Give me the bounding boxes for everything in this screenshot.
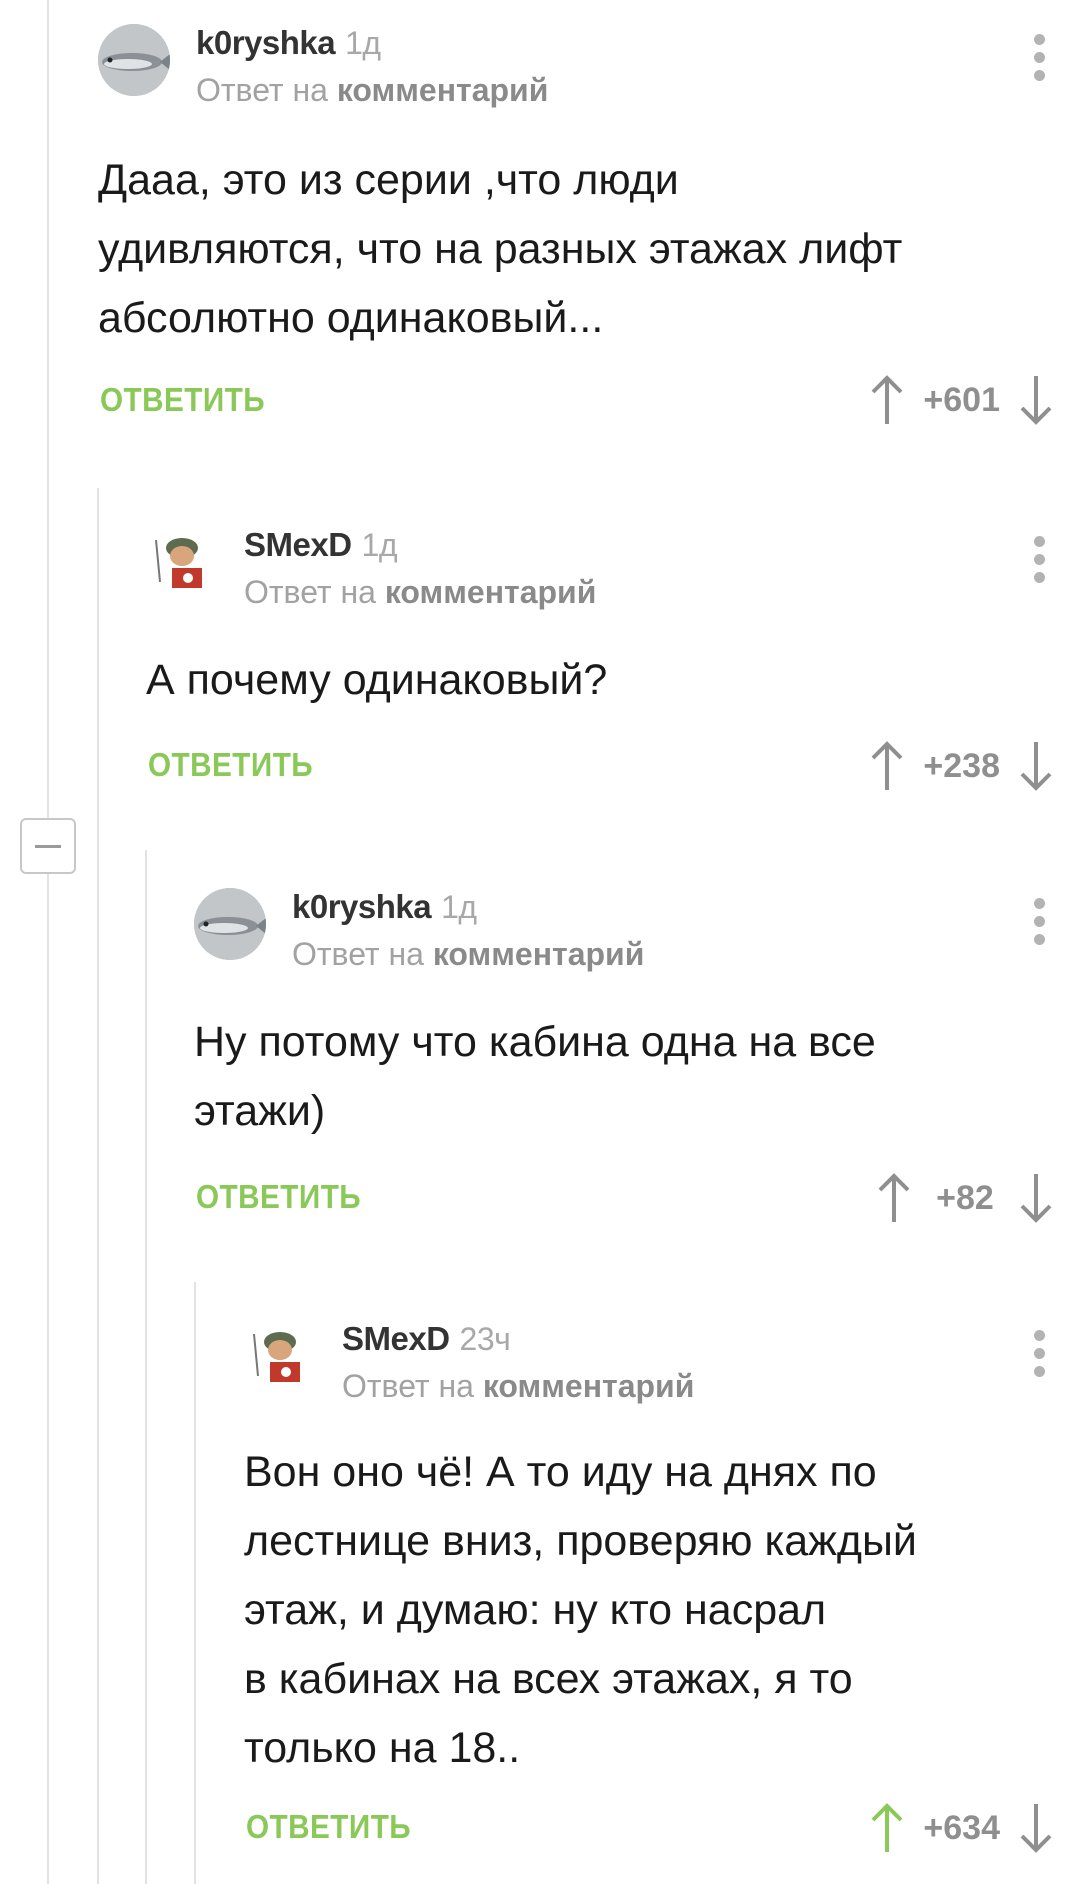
comment: k0ryshka 1д Ответ на комментарий Ну потом… xyxy=(194,888,1080,1238)
upvote-arrow-icon[interactable] xyxy=(869,374,905,426)
vote-score: +601 xyxy=(923,380,1000,419)
downvote-arrow-icon[interactable] xyxy=(1018,374,1054,426)
thread-line-level-0 xyxy=(47,0,49,1884)
comment-age: 1д xyxy=(441,889,477,925)
reply-button[interactable]: ОТВЕТИТЬ xyxy=(246,1808,411,1846)
helmet-avatar-icon[interactable] xyxy=(146,526,218,598)
reply-to-label: Ответ на комментарий xyxy=(292,936,645,972)
downvote-arrow-icon[interactable] xyxy=(1018,740,1054,792)
comment: k0ryshka 1д Ответ на комментарий Дааа, эт… xyxy=(98,24,1080,444)
upvote-arrow-icon[interactable] xyxy=(869,740,905,792)
vote-score: +82 xyxy=(936,1178,994,1217)
menu-dots-icon[interactable] xyxy=(1032,34,1046,82)
vote-score: +634 xyxy=(923,1808,1000,1847)
thread-line-level-3 xyxy=(194,1282,196,1884)
reply-button[interactable]: ОТВЕТИТЬ xyxy=(148,746,313,784)
menu-dots-icon[interactable] xyxy=(1032,536,1046,584)
reply-button[interactable]: ОТВЕТИТЬ xyxy=(196,1178,361,1216)
author-name[interactable]: k0ryshka 1д xyxy=(196,24,381,62)
author-name[interactable]: SMexD 1д xyxy=(244,526,398,564)
reply-button[interactable]: ОТВЕТИТЬ xyxy=(100,381,265,419)
menu-dots-icon[interactable] xyxy=(1032,1330,1046,1378)
fish-avatar-icon[interactable] xyxy=(98,24,170,96)
vote-control: +82 xyxy=(876,1170,1054,1226)
author-name[interactable]: SMexD 23ч xyxy=(342,1320,511,1358)
vote-control: +238 xyxy=(869,738,1054,794)
reply-to-link[interactable]: комментарий xyxy=(483,1368,695,1404)
comment-age: 23ч xyxy=(459,1321,511,1357)
comment-body: Вон оно чё! А то иду на днях по лестнице … xyxy=(244,1448,917,1772)
reply-to-link[interactable]: комментарий xyxy=(385,574,597,610)
downvote-arrow-icon[interactable] xyxy=(1018,1802,1054,1854)
downvote-arrow-icon[interactable] xyxy=(1018,1172,1054,1224)
author-name[interactable]: k0ryshka 1д xyxy=(292,888,477,926)
upvote-arrow-icon[interactable] xyxy=(869,1802,905,1854)
fish-avatar-icon[interactable] xyxy=(194,888,266,960)
vote-control: +634 xyxy=(869,1800,1054,1856)
comment-age: 1д xyxy=(345,25,381,61)
thread-line-level-2 xyxy=(145,850,147,1884)
comment: SMexD 23ч Ответ на комментарий Вон оно чё… xyxy=(244,1320,1080,1860)
thread-line-level-1 xyxy=(97,488,99,1884)
comment: SMexD 1д Ответ на комментарий А почему од… xyxy=(146,526,1080,796)
collapse-thread-button[interactable] xyxy=(20,818,76,874)
menu-dots-icon[interactable] xyxy=(1032,898,1046,946)
vote-score: +238 xyxy=(923,746,1000,785)
comment-age: 1д xyxy=(361,527,398,563)
comment-body: А почему одинаковый? xyxy=(146,656,608,704)
comment-body: Дааа, это из серии ,что люди удивляются, … xyxy=(98,156,903,342)
vote-control: +601 xyxy=(869,372,1054,428)
reply-to-link[interactable]: комментарий xyxy=(433,936,645,972)
reply-to-label: Ответ на комментарий xyxy=(244,574,597,610)
upvote-arrow-icon[interactable] xyxy=(876,1172,912,1224)
reply-to-label: Ответ на комментарий xyxy=(196,72,549,108)
comment-body: Ну потому что кабина одна на все этажи) xyxy=(194,1018,876,1135)
reply-to-label: Ответ на комментарий xyxy=(342,1368,695,1404)
helmet-avatar-icon[interactable] xyxy=(244,1320,316,1392)
reply-to-link[interactable]: комментарий xyxy=(337,72,549,108)
